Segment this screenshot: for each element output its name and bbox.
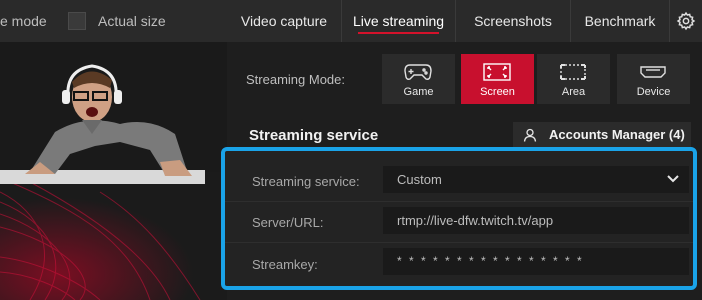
accounts-manager-button[interactable]: Accounts Manager (4) bbox=[513, 122, 691, 148]
screen-corners-icon bbox=[483, 63, 511, 81]
mode-screen-button[interactable]: Screen bbox=[461, 54, 534, 104]
chevron-down-icon bbox=[667, 175, 679, 183]
streamkey-value: * * * * * * * * * * * * * * * * bbox=[397, 254, 584, 268]
accounts-manager-label: Accounts Manager (4) bbox=[549, 127, 685, 142]
settings-panel: Video capture Live streaming Screenshots… bbox=[221, 0, 702, 300]
tab-screenshots[interactable]: Screenshots bbox=[455, 0, 570, 42]
tab-video-capture[interactable]: Video capture bbox=[227, 0, 341, 42]
area-dashed-icon bbox=[560, 64, 586, 80]
mode-label: Device bbox=[636, 86, 671, 98]
mode-area-button[interactable]: Area bbox=[537, 54, 610, 104]
active-tab-underline bbox=[358, 32, 439, 34]
tab-label: Live streaming bbox=[352, 13, 445, 29]
row-divider bbox=[225, 242, 693, 243]
mode-label: Game bbox=[403, 86, 434, 98]
streaming-mode-label: Streaming Mode: bbox=[246, 72, 345, 87]
mode-game-button[interactable]: Game bbox=[382, 54, 455, 104]
preview-toolbar: e mode Actual size bbox=[0, 0, 227, 42]
preview-image bbox=[0, 42, 227, 300]
tab-live-streaming[interactable]: Live streaming bbox=[341, 0, 455, 42]
settings-button[interactable] bbox=[669, 0, 702, 42]
streaming-service-value: Custom bbox=[397, 172, 442, 187]
mode-label: Area bbox=[561, 86, 586, 98]
row-divider bbox=[225, 201, 693, 202]
tab-label: Benchmark bbox=[584, 13, 656, 29]
tab-benchmark[interactable]: Benchmark bbox=[570, 0, 669, 42]
streamkey-label: Streamkey: bbox=[252, 257, 318, 272]
mode-label: Screen bbox=[480, 86, 515, 98]
tab-bar: Video capture Live streaming Screenshots… bbox=[227, 0, 702, 42]
tab-label: Screenshots bbox=[474, 13, 552, 29]
server-url-input[interactable]: rtmp://live-dfw.twitch.tv/app bbox=[383, 207, 689, 234]
streaming-service-label: Streaming service: bbox=[252, 174, 360, 189]
tab-label: Video capture bbox=[240, 13, 328, 29]
gear-icon bbox=[676, 11, 696, 31]
stream-settings-form: Streaming service: Custom Server/URL: rt… bbox=[221, 147, 697, 290]
server-url-label: Server/URL: bbox=[252, 215, 324, 230]
user-icon bbox=[523, 128, 537, 142]
hdmi-device-icon bbox=[640, 66, 666, 78]
actual-size-label[interactable]: Actual size bbox=[98, 13, 166, 29]
streaming-service-select[interactable]: Custom bbox=[383, 166, 689, 193]
streamkey-input[interactable]: * * * * * * * * * * * * * * * * bbox=[383, 248, 689, 275]
section-title: Streaming service bbox=[249, 127, 379, 144]
preview-panel: e mode Actual size bbox=[0, 0, 227, 300]
server-url-value: rtmp://live-dfw.twitch.tv/app bbox=[397, 213, 554, 228]
preview-mode-label[interactable]: e mode bbox=[0, 13, 47, 29]
mode-device-button[interactable]: Device bbox=[617, 54, 690, 104]
gamepad-icon bbox=[404, 64, 432, 80]
actual-size-checkbox[interactable] bbox=[68, 12, 86, 30]
